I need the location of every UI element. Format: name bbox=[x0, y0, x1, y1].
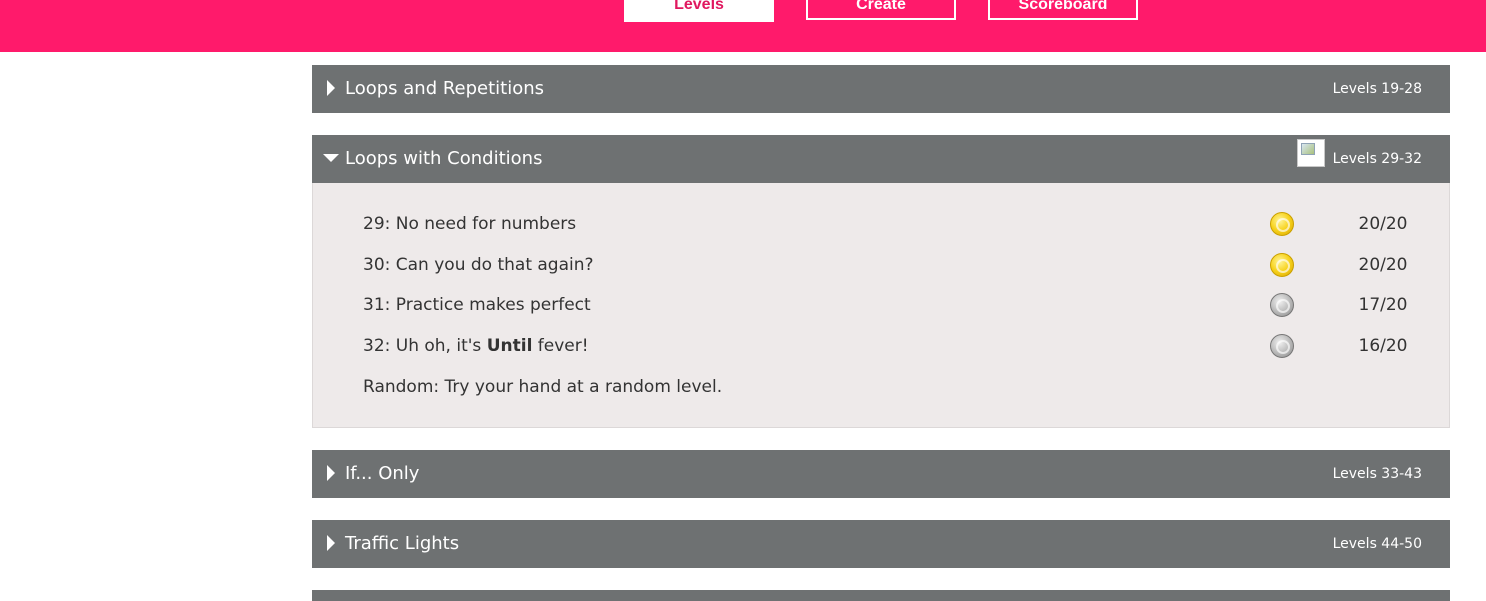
section-title: If... Only bbox=[345, 463, 420, 484]
nav-levels-button[interactable]: Levels bbox=[624, 0, 774, 22]
section-header[interactable]: Loops and Repetitions Levels 19-28 bbox=[312, 65, 1450, 113]
level-row-30[interactable]: 30: Can you do that again? 20/20 bbox=[363, 250, 1423, 280]
nav-scoreboard-button[interactable]: Scoreboard bbox=[988, 0, 1138, 20]
section-header[interactable] bbox=[312, 590, 1450, 601]
section-loops-and-repetitions: Loops and Repetitions Levels 19-28 bbox=[312, 65, 1450, 113]
section-level-range: Levels 33-43 bbox=[1332, 466, 1422, 482]
silver-medal-icon bbox=[1270, 334, 1294, 358]
caret-right-icon bbox=[327, 535, 335, 551]
broken-image-icon bbox=[1297, 139, 1325, 167]
level-row-32[interactable]: 32: Uh oh, it's Until fever! 16/20 bbox=[363, 331, 1423, 361]
section-header[interactable]: Traffic Lights Levels 44-50 bbox=[312, 520, 1450, 568]
caret-right-icon bbox=[327, 465, 335, 481]
level-label[interactable]: 31: Practice makes perfect bbox=[363, 294, 591, 316]
section-level-range: Levels 44-50 bbox=[1332, 536, 1422, 552]
caret-down-icon bbox=[323, 154, 339, 162]
section-title: Loops and Repetitions bbox=[345, 78, 545, 99]
section-title: Traffic Lights bbox=[345, 533, 460, 554]
section-next-partial bbox=[312, 590, 1450, 601]
silver-medal-icon bbox=[1270, 293, 1294, 317]
top-nav-bar: Levels Create Scoreboard bbox=[0, 0, 1486, 52]
section-level-range: Levels 29-32 bbox=[1332, 151, 1422, 167]
level-score: 17/20 bbox=[1358, 295, 1408, 315]
section-level-list: 29: No need for numbers 20/20 30: Can yo… bbox=[312, 183, 1450, 428]
level-label[interactable]: 32: Uh oh, it's Until fever! bbox=[363, 335, 589, 357]
section-if-only: If... Only Levels 33-43 bbox=[312, 450, 1450, 498]
section-level-range: Levels 19-28 bbox=[1332, 81, 1422, 97]
section-title: Loops with Conditions bbox=[345, 148, 543, 169]
section-traffic-lights: Traffic Lights Levels 44-50 bbox=[312, 520, 1450, 568]
caret-right-icon bbox=[327, 80, 335, 96]
section-loops-with-conditions: Loops with Conditions Levels 29-32 29: N… bbox=[312, 135, 1450, 428]
level-label-suffix: fever! bbox=[532, 336, 589, 356]
level-row-29[interactable]: 29: No need for numbers 20/20 bbox=[363, 209, 1423, 239]
level-label-prefix: 32: Uh oh, it's bbox=[363, 336, 487, 356]
nav-create-button[interactable]: Create bbox=[806, 0, 956, 20]
random-level-row[interactable]: Random: Try your hand at a random level. bbox=[363, 372, 1423, 402]
level-label-keyword: Until bbox=[486, 336, 533, 356]
level-row-31[interactable]: 31: Practice makes perfect 17/20 bbox=[363, 290, 1423, 320]
gold-medal-icon bbox=[1270, 253, 1294, 277]
level-score: 20/20 bbox=[1358, 255, 1408, 275]
section-header[interactable]: If... Only Levels 33-43 bbox=[312, 450, 1450, 498]
level-score: 16/20 bbox=[1358, 336, 1408, 356]
level-label[interactable]: 29: No need for numbers bbox=[363, 213, 576, 235]
level-score: 20/20 bbox=[1358, 214, 1408, 234]
level-label[interactable]: 30: Can you do that again? bbox=[363, 254, 594, 276]
gold-medal-icon bbox=[1270, 212, 1294, 236]
section-header[interactable]: Loops with Conditions Levels 29-32 bbox=[312, 135, 1450, 183]
random-level-label[interactable]: Random: Try your hand at a random level. bbox=[363, 376, 722, 398]
